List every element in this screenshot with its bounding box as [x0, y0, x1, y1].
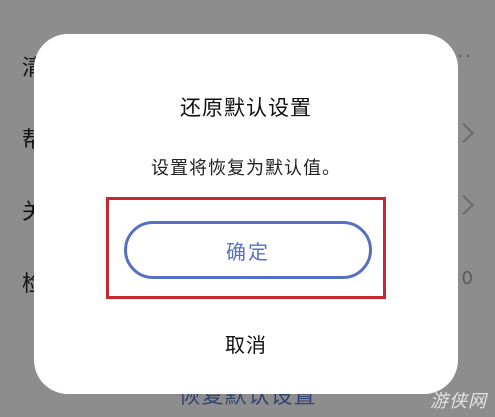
restore-defaults-dialog: 还原默认设置 设置将恢复为默认值。 确定 取消	[34, 34, 458, 394]
dialog-title: 还原默认设置	[180, 96, 312, 120]
cancel-button[interactable]: 取消	[174, 326, 318, 360]
dialog-message: 设置将恢复为默认值。	[151, 158, 341, 179]
watermark-logo: 游侠网	[430, 391, 487, 412]
confirm-button[interactable]: 确定	[124, 221, 372, 279]
